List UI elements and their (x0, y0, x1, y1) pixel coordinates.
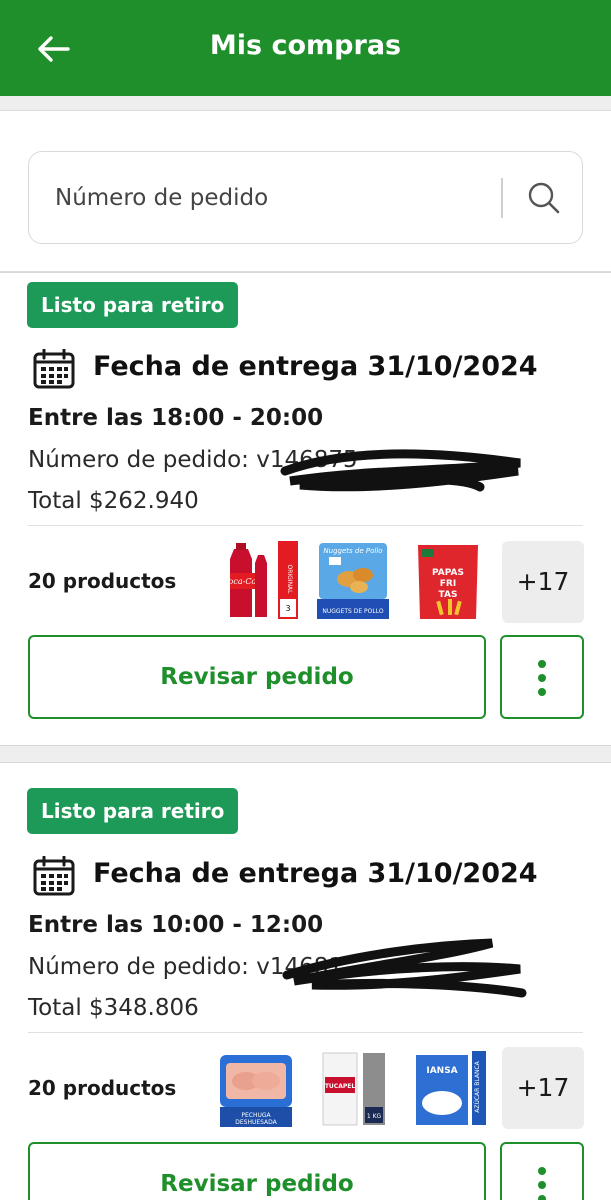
more-options-button[interactable] (500, 635, 584, 719)
svg-text:FRI: FRI (440, 579, 456, 589)
more-products-count[interactable]: +17 (502, 1047, 584, 1129)
order-total: Total $262.940 (28, 488, 199, 514)
svg-text:1 KG: 1 KG (367, 1113, 382, 1120)
status-badge: Listo para retiro (27, 282, 239, 328)
page-title: Mis compras (209, 30, 402, 61)
order-card: Listo para retiro Fecha de entrega 31/10… (0, 272, 611, 746)
product-thumbnail-nuggets: Nuggets de Pollo NUGGETS DE POLLO (313, 539, 393, 621)
delivery-time-window: Entre las 10:00 - 12:00 (28, 912, 324, 938)
product-thumbnail-pechuga: PECHUGA DESHUESADA (216, 1047, 296, 1129)
search-icon[interactable] (526, 180, 562, 216)
svg-text:AZÚCAR BLANCA: AZÚCAR BLANCA (474, 1060, 481, 1112)
svg-text:3: 3 (285, 604, 290, 613)
divider (28, 1032, 583, 1033)
svg-text:TUCAPEL: TUCAPEL (325, 1083, 356, 1090)
more-options-button[interactable] (500, 1142, 584, 1200)
search-panel (0, 110, 611, 272)
search-box (28, 151, 583, 244)
product-count: 20 productos (28, 1076, 177, 1100)
status-badge: Listo para retiro (27, 788, 239, 834)
delivery-date: Fecha de entrega 31/10/2024 (93, 351, 538, 382)
more-products-count[interactable]: +17 (502, 541, 584, 623)
svg-text:NUGGETS DE POLLO: NUGGETS DE POLLO (322, 608, 383, 615)
product-thumbnail-papas-fritas: PAPAS FRI TAS (408, 539, 488, 621)
order-card: Listo para retiro Fecha de entrega 31/10… (0, 762, 611, 1200)
calendar-icon (33, 349, 75, 389)
divider (28, 525, 583, 526)
order-total: Total $348.806 (28, 995, 199, 1021)
redaction-scribble (282, 938, 527, 998)
search-input[interactable] (55, 180, 485, 216)
svg-text:PAPAS: PAPAS (432, 568, 464, 578)
calendar-icon (33, 856, 75, 896)
delivery-time-window: Entre las 18:00 - 20:00 (28, 405, 324, 431)
redaction-scribble (280, 449, 521, 492)
search-separator (501, 178, 503, 218)
product-thumbnail-coca-cola: Coca-Cola ORIGINAL 3 (220, 539, 300, 621)
product-count: 20 productos (28, 569, 177, 593)
review-order-button[interactable]: Revisar pedido (28, 1142, 486, 1200)
svg-text:PECHUGA: PECHUGA (241, 1112, 271, 1119)
svg-text:IANSA: IANSA (426, 1066, 457, 1076)
product-thumbnail-azucar: IANSA AZÚCAR BLANCA (410, 1047, 490, 1129)
delivery-date: Fecha de entrega 31/10/2024 (93, 858, 538, 889)
app-bar: Mis compras (0, 0, 611, 96)
product-thumbnail-arroz: TUCAPEL 1 KG (313, 1047, 393, 1129)
svg-text:TAS: TAS (439, 590, 458, 600)
svg-text:Nuggets de Pollo: Nuggets de Pollo (323, 547, 382, 555)
review-order-button[interactable]: Revisar pedido (28, 635, 486, 719)
svg-text:ORIGINAL: ORIGINAL (286, 564, 293, 594)
svg-text:DESHUESADA: DESHUESADA (235, 1119, 277, 1126)
